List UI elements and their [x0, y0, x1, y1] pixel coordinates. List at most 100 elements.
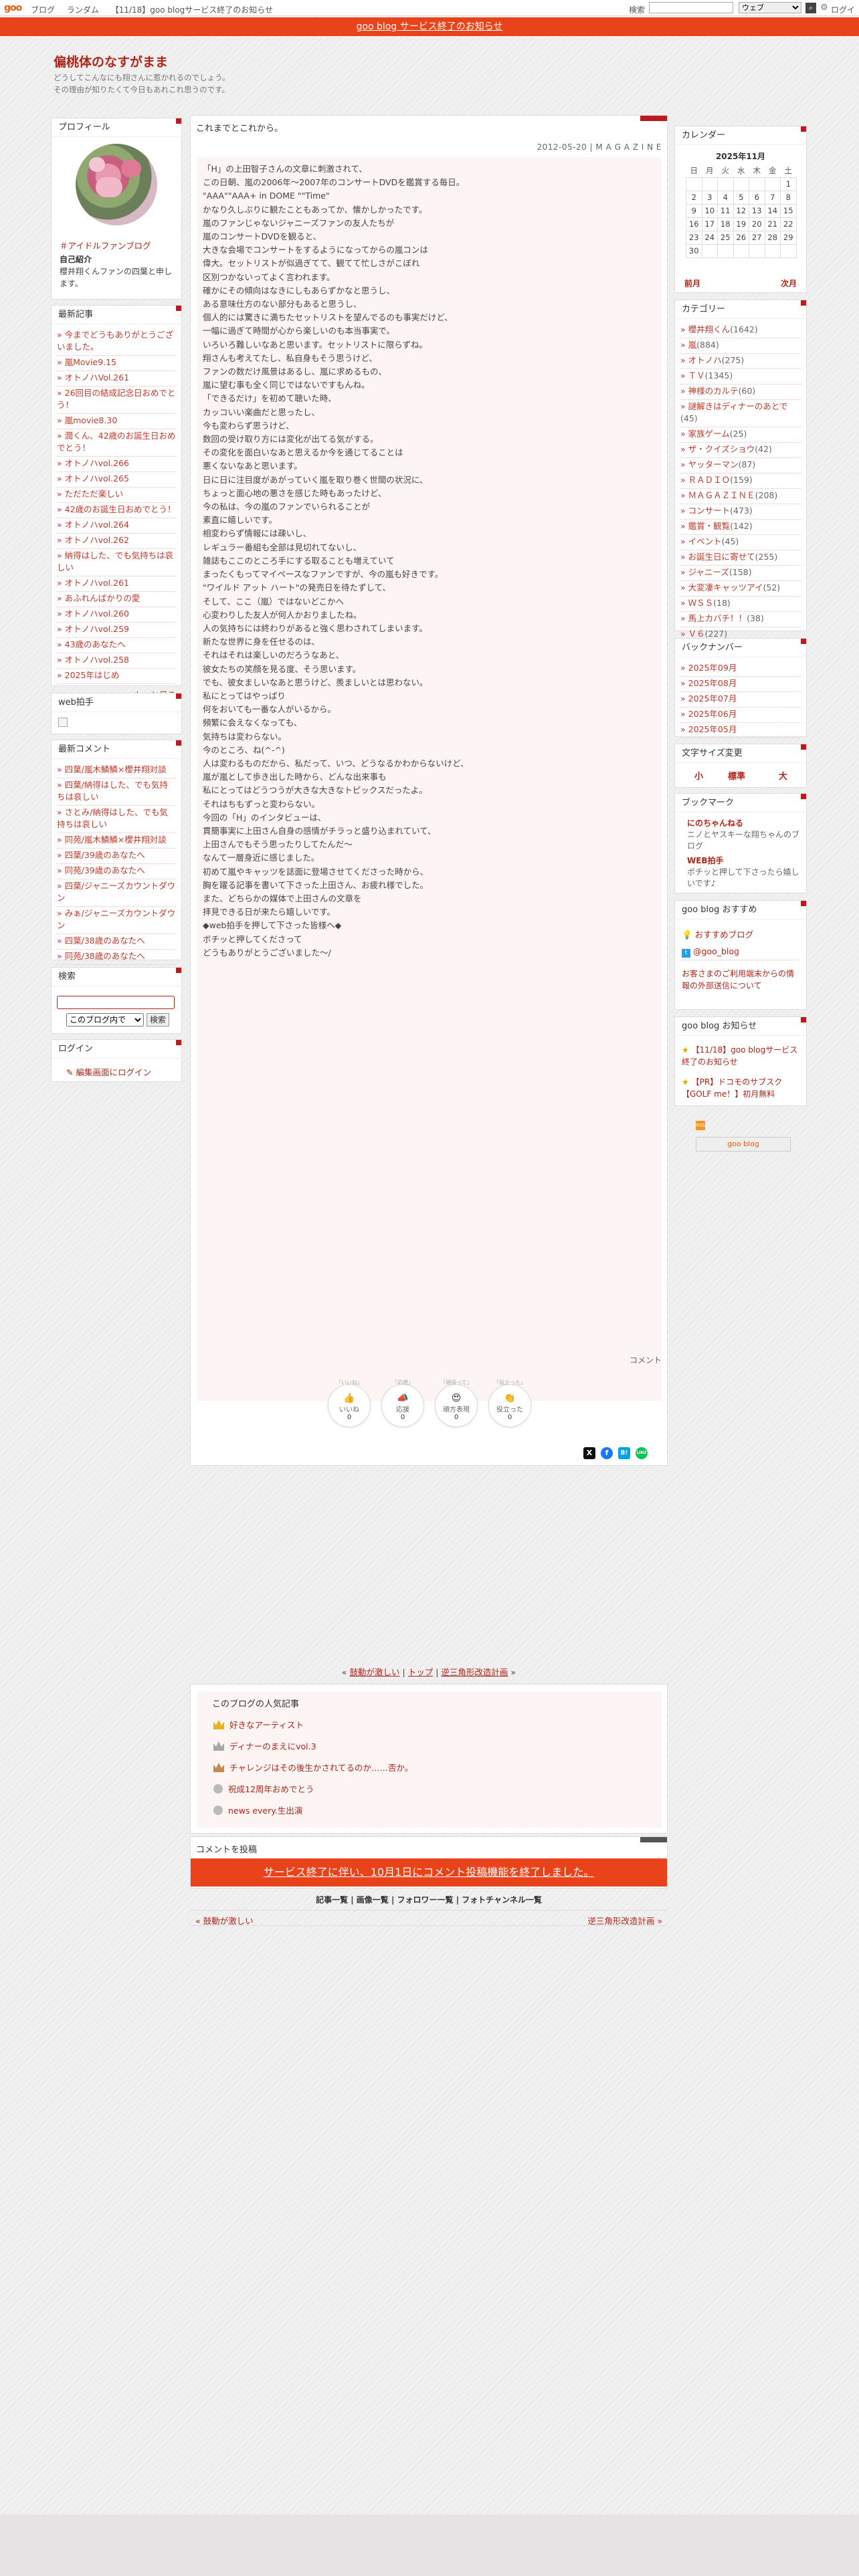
- category-link[interactable]: お誕生日に寄せて(255): [680, 550, 801, 566]
- recent-article-link[interactable]: 26回目の結成記念日おめでとう！: [57, 387, 176, 414]
- category-link[interactable]: 大変凄キャッツアイ(52): [680, 581, 801, 597]
- pager-bottom-next-link[interactable]: 逆三角形改造計画 »: [587, 1914, 662, 1927]
- search-icon[interactable]: ⌕: [805, 3, 816, 13]
- recent-article-link[interactable]: 嵐Movie9.15: [57, 356, 176, 371]
- share-x-icon[interactable]: X: [583, 1447, 595, 1459]
- bookmark-title[interactable]: にのちゃんねる: [687, 818, 801, 829]
- recent-comment-link[interactable]: 四葉/38歳のあなたへ: [57, 934, 176, 950]
- blog-search-input[interactable]: [57, 996, 175, 1009]
- recent-article-link[interactable]: オトノハvol.266: [57, 457, 176, 472]
- popular-item[interactable]: 祝成12周年おめでとう: [213, 1782, 314, 1795]
- bottom-list-links[interactable]: 記事一覧 | 画像一覧 | フォロワー一覧 | フォトチャンネル一覧: [190, 1894, 668, 1905]
- article-title[interactable]: これまでとこれから。: [196, 121, 283, 134]
- backnumber-link[interactable]: 2025年08月: [680, 677, 801, 692]
- fontsize-large-button[interactable]: 大: [779, 769, 787, 782]
- recent-comment-link[interactable]: 同苑/嵐木鱗鱗×櫻井翔対談: [57, 833, 176, 849]
- backnumber-link[interactable]: 2025年07月: [680, 692, 801, 708]
- category-link[interactable]: ＷＳＳ(18): [680, 597, 801, 612]
- reaction-like-button[interactable]: 👍 いいね 0: [328, 1384, 371, 1427]
- calendar-prev-link[interactable]: 前月: [684, 278, 700, 289]
- service-notice-banner[interactable]: goo blog サービス終了のお知らせ: [0, 17, 859, 36]
- top-search-scope[interactable]: ウェブ: [739, 2, 801, 13]
- recent-article-link[interactable]: 潤くん、42歳のお誕生日おめでとう！: [57, 429, 176, 457]
- pager-next-link[interactable]: 逆三角形改造計画: [441, 1667, 508, 1677]
- category-link[interactable]: 櫻井翔くん(1642): [680, 323, 801, 338]
- recent-article-link[interactable]: 2025年はじめ: [57, 669, 176, 684]
- recent-comment-link[interactable]: 同苑/39歳のあなたへ: [57, 864, 176, 879]
- share-facebook-icon[interactable]: f: [601, 1447, 613, 1459]
- recent-article-link[interactable]: オトノハvol.258: [57, 653, 176, 669]
- category-link[interactable]: ジャニーズ(158): [680, 566, 801, 581]
- recent-article-link[interactable]: オトノハvol.259: [57, 623, 176, 638]
- article-comment-link[interactable]: コメント: [630, 1354, 662, 1366]
- profile-name[interactable]: ＃アイドルファンブログ: [60, 239, 151, 251]
- backnumber-link[interactable]: 2025年05月: [680, 723, 801, 738]
- category-link[interactable]: ＲＡＤＩＯ(159): [680, 473, 801, 489]
- category-link[interactable]: コンサート(473): [680, 504, 801, 520]
- recommend-twitter-link[interactable]: t @goo_blog: [682, 946, 739, 958]
- popular-item[interactable]: news every.生出演: [213, 1804, 302, 1816]
- comment-closed-notice[interactable]: サービス終了に伴い、10月1日にコメント投稿機能を終了しました。: [191, 1858, 667, 1887]
- article-meta[interactable]: 2012-05-20 | M A G A Z I N E: [537, 142, 662, 152]
- popular-item[interactable]: チャレンジはその後生かされてるのか……否か。: [213, 1761, 413, 1774]
- recent-comment-link[interactable]: さとみ/納得はした、でも気持ちは哀しい: [57, 806, 176, 833]
- recent-article-link[interactable]: オトノハvol.264: [57, 518, 176, 534]
- category-link[interactable]: 馬上カバチ！！(38): [680, 612, 801, 627]
- top-link-notice[interactable]: 【11/18】goo blogサービス終了のお知らせ: [111, 5, 273, 15]
- recent-article-link[interactable]: 納得はした、でも気持ちは哀しい: [57, 549, 176, 576]
- calendar-next-link[interactable]: 次月: [781, 278, 797, 289]
- recent-comment-link[interactable]: 四葉/納得はした、でも気持ちは哀しい: [57, 778, 176, 806]
- goo-blog-badge[interactable]: goo blog: [696, 1137, 791, 1152]
- recent-article-link[interactable]: 今までどうもありがとうございました。: [57, 328, 176, 356]
- recent-comment-link[interactable]: 同苑/38歳のあなたへ: [57, 950, 176, 965]
- gooinfo-item[interactable]: ★ 【PR】ドコモのサブスク【GOLF me！】初月無料: [682, 1076, 802, 1100]
- login-link[interactable]: ✎ 編集画面にログイン: [66, 1065, 151, 1078]
- blog-search-scope[interactable]: このブログ内で: [66, 1013, 144, 1027]
- top-search-input[interactable]: [649, 2, 733, 13]
- pager-top-link[interactable]: トップ: [408, 1667, 434, 1677]
- bookmark-item[interactable]: にのちゃんねる ニノとヤスキーな翔ちゃんのブログ: [687, 818, 801, 852]
- broken-image-icon[interactable]: [58, 718, 68, 727]
- service-notice-text[interactable]: goo blog サービス終了のお知らせ: [357, 21, 503, 32]
- top-link-random[interactable]: ランダム: [67, 5, 99, 15]
- gooinfo-item[interactable]: ★ 【11/18】goo blogサービス終了のお知らせ: [682, 1044, 802, 1068]
- category-link[interactable]: 嵐(884): [680, 338, 801, 354]
- fontsize-normal-button[interactable]: 標準: [728, 769, 745, 782]
- rss-icon[interactable]: RSS: [696, 1121, 705, 1130]
- pager-bottom-prev-link[interactable]: « 鼓動が激しい: [195, 1914, 254, 1927]
- recent-article-link[interactable]: あふれんばかりの愛: [57, 592, 176, 607]
- category-link[interactable]: オトノハ(275): [680, 354, 801, 369]
- popular-item[interactable]: ディナーのまえにvol.3: [213, 1739, 316, 1752]
- bookmark-item[interactable]: WEB拍手 ポチッと押して下さったら嬉しいです♪: [687, 855, 801, 889]
- recent-article-link[interactable]: 43歳のあなたへ: [57, 638, 176, 653]
- recent-article-link[interactable]: ただただ楽しい: [57, 488, 176, 503]
- category-link[interactable]: ザ・クイズショウ(42): [680, 443, 801, 458]
- recent-article-link[interactable]: オトノハvol.260: [57, 607, 176, 623]
- share-line-icon[interactable]: LINE: [636, 1447, 648, 1459]
- category-link[interactable]: イベント(45): [680, 535, 801, 550]
- bookmark-title[interactable]: WEB拍手: [687, 855, 801, 867]
- blog-search-button[interactable]: 検索: [147, 1013, 169, 1027]
- recommend-blog-link[interactable]: 💡 おすすめブログ: [682, 928, 753, 940]
- gear-icon[interactable]: ⚙: [820, 3, 828, 13]
- reaction-helpful-button[interactable]: 👏 役立った 0: [488, 1384, 531, 1427]
- reaction-effort-button[interactable]: 😍 頑方表現 0: [435, 1384, 478, 1427]
- category-link[interactable]: ＭＡＧＡＺＩＮＥ(208): [680, 489, 801, 504]
- recommend-privacy-link[interactable]: お客さまのご利用端末からの情報の外部送信について: [682, 968, 799, 992]
- recent-article-link[interactable]: 42歳のお誕生日おめでとう！: [57, 503, 176, 518]
- category-link[interactable]: 謎解きはディナーのあとで (45): [680, 400, 801, 427]
- category-link[interactable]: ヤッターマン(87): [680, 458, 801, 473]
- reaction-cheer-button[interactable]: 📣 応援 0: [381, 1384, 424, 1427]
- category-link[interactable]: 家族ゲーム(25): [680, 427, 801, 443]
- recent-article-link[interactable]: 嵐movie8.30: [57, 414, 176, 429]
- category-link[interactable]: 鑑賞・観覧(142): [680, 520, 801, 535]
- backnumber-link[interactable]: 2025年09月: [680, 661, 801, 677]
- pager-prev-link[interactable]: 鼓動が激しい: [350, 1667, 400, 1677]
- category-link[interactable]: 神様のカルテ(60): [680, 385, 801, 400]
- fontsize-small-button[interactable]: 小: [694, 769, 703, 782]
- goo-logo[interactable]: goo: [4, 3, 22, 13]
- recent-article-link[interactable]: オトノハvol.265: [57, 472, 176, 488]
- popular-item[interactable]: 好きなアーティスト: [213, 1718, 304, 1731]
- backnumber-link[interactable]: 2025年06月: [680, 708, 801, 723]
- recent-article-link[interactable]: オトノハvol.261: [57, 576, 176, 592]
